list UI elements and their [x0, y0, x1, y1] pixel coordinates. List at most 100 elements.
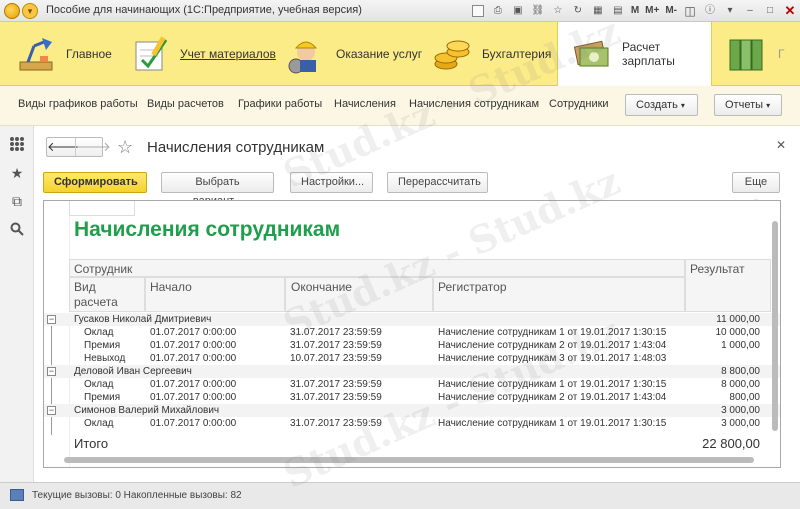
header-employee-cell: [69, 259, 685, 277]
start-date: 01.07.2017 0:00:00: [150, 340, 237, 351]
close-window-icon[interactable]: ✕: [782, 3, 798, 19]
grid-view-icon[interactable]: [471, 5, 484, 17]
forward-arrow-icon[interactable]: 🡒: [75, 138, 111, 156]
minimize-icon[interactable]: –: [742, 3, 758, 19]
left-toolbar: ★ ⧉: [0, 126, 34, 482]
cash-icon: [570, 32, 614, 76]
header-employee: Сотрудник: [74, 262, 133, 276]
employee-name: Симонов Валерий Михайлович: [74, 405, 220, 416]
registrar[interactable]: Начисление сотрудникам 1 от 19.01.2017 1…: [438, 417, 666, 430]
section-materials[interactable]: Учет материалов: [128, 22, 276, 86]
link-icon[interactable]: ⛓: [530, 3, 546, 19]
section-main[interactable]: Главное: [14, 22, 112, 86]
group-row[interactable]: − Гусаков Николай Дмитриевич 11 000,00: [44, 313, 780, 326]
main-menu-icon[interactable]: ▾: [22, 3, 38, 19]
header-end: Окончание: [291, 280, 352, 294]
nav-employee-accruals[interactable]: Начисления сотрудникам: [409, 98, 539, 110]
sections-panel: Главное Учет материалов Оказание услуг Б…: [0, 22, 800, 86]
group-total: 8 800,00: [721, 366, 760, 377]
memory-minus-button[interactable]: M-: [665, 3, 677, 19]
report-form: 🡐 🡒 ☆ Начисления сотрудникам ✕ Сформиров…: [35, 126, 800, 482]
history-icon[interactable]: ↻: [570, 3, 586, 19]
table-row[interactable]: Оклад 01.07.2017 0:00:00 31.07.2017 23:5…: [44, 378, 780, 391]
reports-button[interactable]: Отчеты ▾: [714, 94, 782, 116]
recalculate-button[interactable]: Перерассчитать: [387, 172, 488, 193]
nav-employees[interactable]: Сотрудники: [549, 98, 609, 110]
settings-button[interactable]: Настройки...: [290, 172, 373, 193]
active-cell[interactable]: [69, 201, 135, 216]
panels-icon[interactable]: ◫: [682, 3, 698, 19]
generate-button[interactable]: Сформировать: [43, 172, 147, 193]
pencil-check-icon: [128, 32, 172, 76]
close-form-icon[interactable]: ✕: [776, 138, 786, 152]
table-row[interactable]: Премия 01.07.2017 0:00:00 31.07.2017 23:…: [44, 339, 780, 352]
window-title: Пособие для начинающих (1С:Предприятие, …: [46, 4, 362, 16]
total-row: Итого 22 800,00: [44, 436, 780, 454]
registrar[interactable]: Начисление сотрудникам 1 от 19.01.2017 1…: [438, 378, 666, 391]
section-accounting[interactable]: Бухгалтерия: [430, 22, 551, 86]
end-date: 10.07.2017 23:59:59: [290, 353, 382, 364]
status-bar: Текущие вызовы: 0 Накопленные вызовы: 82: [0, 482, 800, 509]
calculator-icon[interactable]: ▦: [590, 3, 606, 19]
choose-variant-button[interactable]: Выбрать вариант...: [161, 172, 274, 207]
table-row[interactable]: Оклад 01.07.2017 0:00:00 31.07.2017 23:5…: [44, 326, 780, 339]
add-favorite-star-icon[interactable]: ☆: [117, 137, 133, 157]
collapse-icon[interactable]: −: [47, 315, 56, 324]
more-button[interactable]: Еще ▾: [732, 172, 780, 206]
result-value: 3 000,00: [721, 418, 760, 429]
registrar[interactable]: Начисление сотрудникам 3 от 19.01.2017 1…: [438, 352, 666, 365]
collapse-icon[interactable]: −: [47, 367, 56, 376]
memory-button[interactable]: M: [631, 3, 639, 19]
nav-work-schedules[interactable]: Графики работы: [238, 98, 322, 110]
table-row[interactable]: Невыход 01.07.2017 0:00:00 10.07.2017 23…: [44, 352, 780, 365]
history-docs-icon[interactable]: ⧉: [9, 193, 25, 209]
table-row[interactable]: Оклад 01.07.2017 0:00:00 31.07.2017 23:5…: [44, 417, 780, 430]
save-icon[interactable]: ▣: [510, 3, 526, 19]
header-registrar: Регистратор: [438, 280, 507, 294]
start-date: 01.07.2017 0:00:00: [150, 418, 237, 429]
calls-monitor-icon[interactable]: [10, 489, 24, 501]
registrar[interactable]: Начисление сотрудникам 2 от 19.01.2017 1…: [438, 391, 666, 404]
section-more[interactable]: Г: [726, 22, 785, 86]
section-services[interactable]: Оказание услуг: [284, 22, 422, 86]
registrar[interactable]: Начисление сотрудникам 2 от 19.01.2017 1…: [438, 339, 666, 352]
registrar[interactable]: Начисление сотрудникам 1 от 19.01.2017 1…: [438, 326, 666, 339]
info-icon[interactable]: ⓘ: [702, 3, 718, 19]
employee-name: Гусаков Николай Дмитриевич: [74, 314, 212, 325]
chevron-down-icon: ▾: [680, 101, 685, 110]
calc-type: Премия: [84, 340, 121, 351]
group-row[interactable]: − Симонов Валерий Михайлович 3 000,00: [44, 404, 780, 417]
result-value: 10 000,00: [715, 327, 761, 338]
app-logo-icon[interactable]: [4, 3, 20, 19]
vertical-scrollbar[interactable]: [772, 221, 778, 431]
end-date: 31.07.2017 23:59:59: [290, 340, 382, 351]
back-arrow-icon[interactable]: 🡐: [47, 138, 82, 156]
calendar-icon[interactable]: ▤: [610, 3, 626, 19]
table-row[interactable]: Премия 01.07.2017 0:00:00 31.07.2017 23:…: [44, 391, 780, 404]
memory-plus-button[interactable]: M+: [645, 3, 659, 19]
calc-type: Премия: [84, 392, 121, 403]
nav-work-schedule-types[interactable]: Виды графиков работы: [18, 98, 138, 110]
header-calc-type: Вид расчета: [74, 280, 118, 310]
create-button[interactable]: Создать ▾: [625, 94, 698, 116]
end-date: 31.07.2017 23:59:59: [290, 327, 382, 338]
collapse-icon[interactable]: −: [47, 406, 56, 415]
print-icon[interactable]: ⎙: [490, 3, 506, 19]
calc-type: Оклад: [84, 379, 114, 390]
total-value: 22 800,00: [702, 436, 760, 451]
favorite-icon[interactable]: ☆: [550, 3, 566, 19]
favorites-star-icon[interactable]: ★: [9, 165, 25, 181]
start-date: 01.07.2017 0:00:00: [150, 379, 237, 390]
group-row[interactable]: − Деловой Иван Сергеевич 8 800,00: [44, 365, 780, 378]
report-document[interactable]: Начисления сотрудникам Сотрудник Результ…: [43, 200, 781, 468]
all-functions-icon[interactable]: [9, 136, 25, 152]
nav-calculation-types[interactable]: Виды расчетов: [147, 98, 224, 110]
nav-accruals[interactable]: Начисления: [334, 98, 396, 110]
search-icon[interactable]: [9, 222, 25, 238]
horizontal-scrollbar[interactable]: [64, 457, 754, 463]
maximize-icon[interactable]: □: [762, 3, 778, 19]
section-payroll[interactable]: Расчет зарплаты: [557, 22, 712, 86]
chevron-down-icon: ▾: [766, 101, 771, 110]
employee-name: Деловой Иван Сергеевич: [74, 366, 192, 377]
dropdown-icon[interactable]: ▾: [722, 3, 738, 19]
